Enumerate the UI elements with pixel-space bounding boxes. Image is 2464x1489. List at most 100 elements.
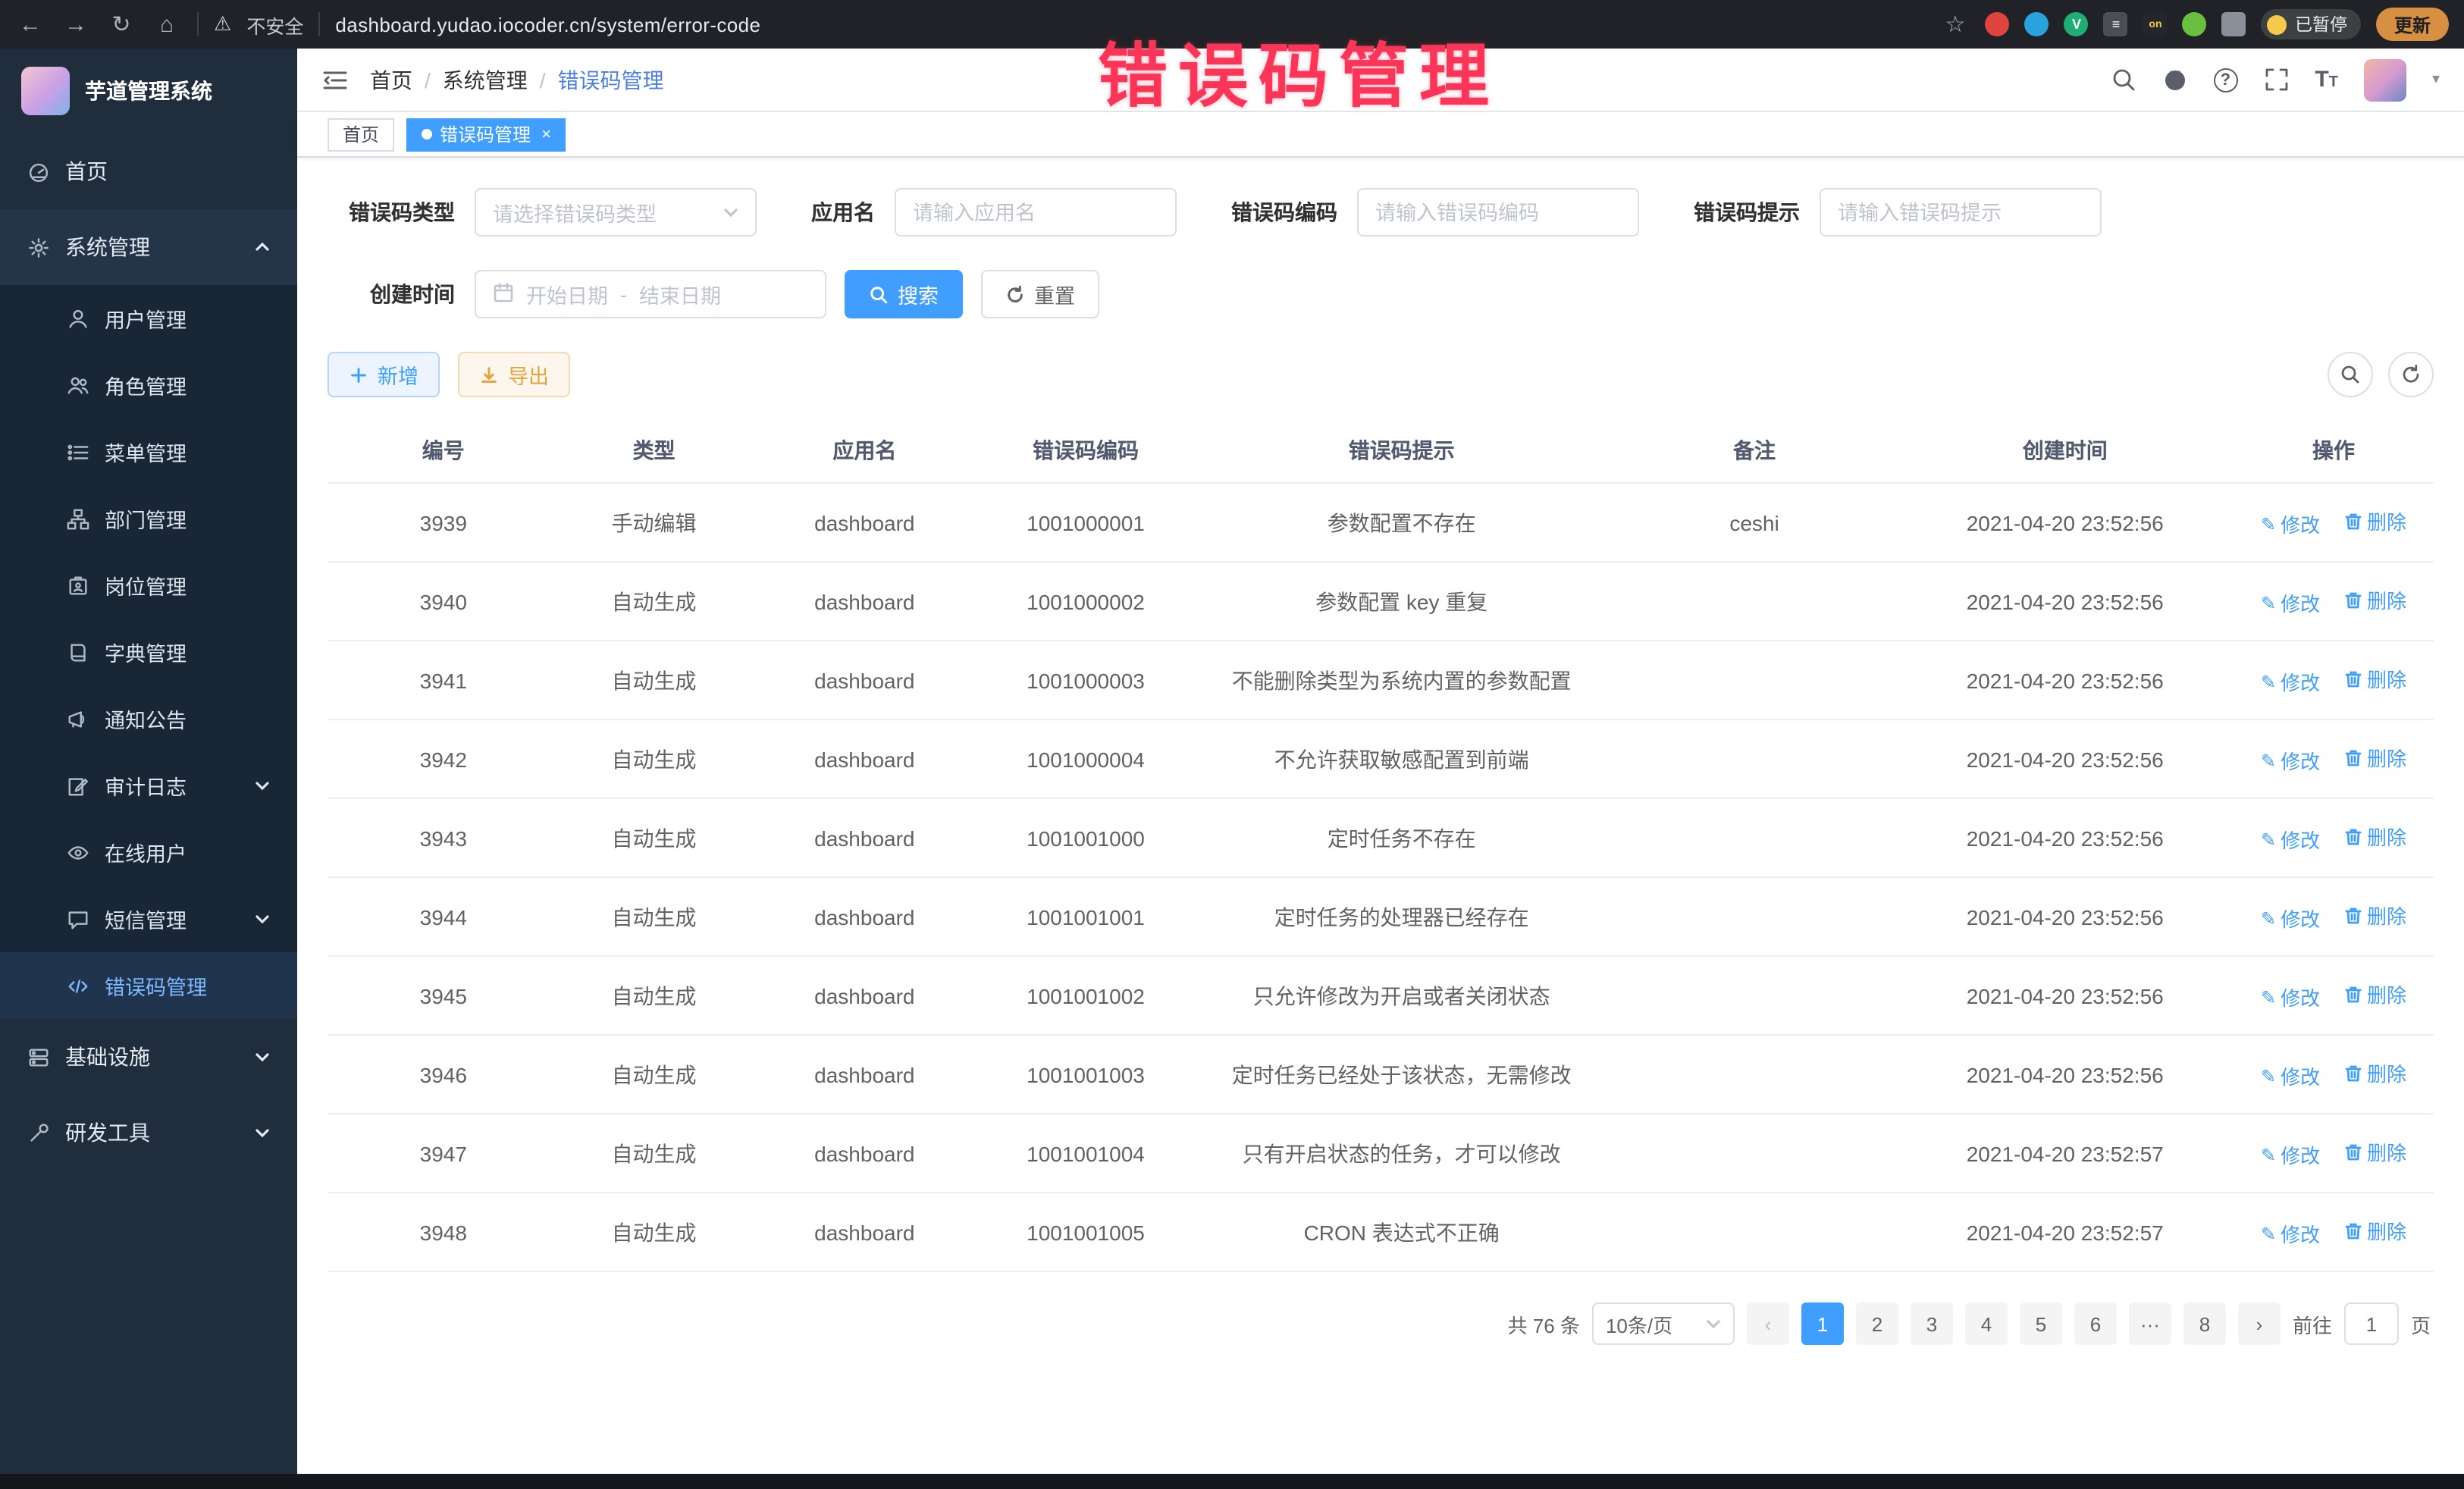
- adblock-extension-icon[interactable]: [1986, 12, 2010, 36]
- add-button[interactable]: 新增: [328, 352, 440, 397]
- goto-page-input[interactable]: [2344, 1302, 2399, 1345]
- edit-link[interactable]: ✎修改: [2261, 509, 2320, 538]
- sidebar-item-online-users[interactable]: 在线用户: [0, 819, 297, 886]
- edit-link[interactable]: ✎修改: [2261, 1061, 2320, 1090]
- sidebar-item-infrastructure[interactable]: 基础设施: [0, 1019, 297, 1095]
- search-button[interactable]: 搜索: [845, 270, 963, 318]
- error-type-select[interactable]: 请选择错误码类型: [475, 188, 757, 237]
- breadcrumb-home[interactable]: 首页: [370, 64, 412, 95]
- delete-link[interactable]: 删除: [2344, 1216, 2406, 1245]
- help-icon[interactable]: ?: [2213, 67, 2237, 92]
- page-size-select[interactable]: 10条/页: [1592, 1302, 1735, 1345]
- delete-link[interactable]: 删除: [2344, 1058, 2406, 1087]
- cell-id: 3939: [328, 483, 560, 562]
- security-warning-label: 不安全: [246, 10, 303, 39]
- sidebar-item-audit-log[interactable]: 审计日志: [0, 752, 297, 819]
- sidebar-item-menus[interactable]: 菜单管理: [0, 418, 297, 485]
- page-button[interactable]: ···: [2129, 1302, 2171, 1345]
- drop-extension-icon[interactable]: [2025, 12, 2049, 36]
- delete-link[interactable]: 删除: [2344, 1137, 2406, 1166]
- reset-button[interactable]: 重置: [981, 270, 1099, 318]
- forward-icon[interactable]: →: [61, 11, 91, 37]
- delete-link[interactable]: 删除: [2344, 901, 2406, 929]
- close-tab-icon[interactable]: ×: [541, 125, 551, 143]
- on-badge-extension-icon[interactable]: on: [2143, 12, 2168, 36]
- sidebar-item-system[interactable]: 系统管理: [0, 209, 297, 285]
- col-type: 类型: [560, 418, 749, 483]
- sidebar-item-departments[interactable]: 部门管理: [0, 485, 297, 552]
- sidebar-item-home[interactable]: 首页: [0, 133, 297, 209]
- puzzle-extensions-icon[interactable]: [2222, 12, 2246, 36]
- reload-icon[interactable]: ↻: [106, 11, 136, 38]
- error-message-input[interactable]: [1838, 201, 2083, 224]
- tab-home[interactable]: 首页: [328, 118, 394, 151]
- edit-link[interactable]: ✎修改: [2261, 667, 2320, 696]
- fullscreen-icon[interactable]: [2263, 67, 2289, 92]
- export-button[interactable]: 导出: [458, 352, 570, 397]
- cell-remark: [1613, 562, 1897, 641]
- address-bar[interactable]: dashboard.yudao.iocoder.cn/system/error-…: [335, 13, 760, 36]
- bars-extension-icon[interactable]: ≡: [2104, 12, 2128, 36]
- date-range-picker[interactable]: 开始日期 - 结束日期: [475, 270, 826, 318]
- user-avatar[interactable]: [2364, 58, 2406, 101]
- prev-page-button[interactable]: ‹: [1747, 1302, 1789, 1345]
- next-page-button[interactable]: ›: [2238, 1302, 2281, 1345]
- delete-label: 删除: [2367, 1137, 2406, 1166]
- app-name-input[interactable]: [913, 201, 1158, 224]
- edit-icon: ✎: [2261, 513, 2276, 534]
- delete-label: 删除: [2367, 664, 2406, 693]
- sidebar-item-dev-tools[interactable]: 研发工具: [0, 1095, 297, 1171]
- font-size-icon[interactable]: TT: [2315, 67, 2338, 92]
- error-code-input[interactable]: [1375, 201, 1621, 224]
- edit-link[interactable]: ✎修改: [2261, 588, 2320, 617]
- cell-created: 2021-04-20 23:52:56: [1897, 641, 2234, 719]
- search-icon[interactable]: [2110, 67, 2136, 92]
- profile-paused-badge[interactable]: 已暂停: [2262, 9, 2361, 39]
- bookmark-star-icon[interactable]: ☆: [1940, 11, 1970, 38]
- sidebar-item-sms[interactable]: 短信管理: [0, 886, 297, 952]
- page-button[interactable]: 5: [2020, 1302, 2062, 1345]
- chrome-update-button[interactable]: 更新: [2376, 8, 2449, 41]
- edit-link[interactable]: ✎修改: [2261, 1219, 2320, 1248]
- v-extension-icon[interactable]: V: [2064, 12, 2089, 36]
- delete-link[interactable]: 删除: [2344, 585, 2406, 614]
- github-icon[interactable]: [2161, 67, 2187, 92]
- page-button[interactable]: 2: [1856, 1302, 1898, 1345]
- back-icon[interactable]: ←: [15, 11, 45, 37]
- edit-link[interactable]: ✎修改: [2261, 1140, 2320, 1169]
- toggle-search-icon[interactable]: [2328, 352, 2373, 397]
- delete-link[interactable]: 删除: [2344, 980, 2406, 1008]
- edit-link[interactable]: ✎修改: [2261, 904, 2320, 933]
- edit-link[interactable]: ✎修改: [2261, 746, 2320, 775]
- sidebar-item-label: 在线用户: [105, 837, 187, 867]
- sidebar-item-roles[interactable]: 角色管理: [0, 352, 297, 418]
- sidebar-toggle-icon[interactable]: [321, 66, 349, 93]
- avatar-caret-icon[interactable]: ▾: [2432, 71, 2440, 88]
- sidebar-item-error-code[interactable]: 错误码管理: [0, 952, 297, 1019]
- delete-link[interactable]: 删除: [2344, 743, 2406, 772]
- delete-link[interactable]: 删除: [2344, 822, 2406, 851]
- cell-id: 3946: [328, 1035, 560, 1114]
- delete-link[interactable]: 删除: [2344, 506, 2406, 535]
- delete-link[interactable]: 删除: [2344, 664, 2406, 693]
- sidebar-logo-row[interactable]: 芋道管理系统: [0, 49, 297, 133]
- sidebar-item-notices[interactable]: 通知公告: [0, 685, 297, 752]
- edit-link[interactable]: ✎修改: [2261, 983, 2320, 1011]
- sidebar-item-users[interactable]: 用户管理: [0, 285, 297, 352]
- edit-link[interactable]: ✎修改: [2261, 825, 2320, 854]
- page-button[interactable]: 4: [1965, 1302, 2008, 1345]
- leaf-extension-icon[interactable]: [2183, 12, 2207, 36]
- page-button[interactable]: 6: [2074, 1302, 2117, 1345]
- sidebar-item-dictionary[interactable]: 字典管理: [0, 619, 297, 685]
- sidebar-item-positions[interactable]: 岗位管理: [0, 552, 297, 619]
- col-id: 编号: [328, 418, 560, 483]
- page-button[interactable]: 1: [1801, 1302, 1844, 1345]
- page-button[interactable]: 3: [1911, 1302, 1953, 1345]
- refresh-table-icon[interactable]: [2388, 352, 2434, 397]
- tab-error-code[interactable]: 错误码管理 ×: [406, 118, 566, 151]
- cell-code: 1001001001: [980, 877, 1191, 956]
- cell-remark: [1613, 956, 1897, 1035]
- home-icon[interactable]: ⌂: [152, 11, 182, 37]
- breadcrumb-system[interactable]: 系统管理: [443, 64, 528, 95]
- page-button[interactable]: 8: [2183, 1302, 2226, 1345]
